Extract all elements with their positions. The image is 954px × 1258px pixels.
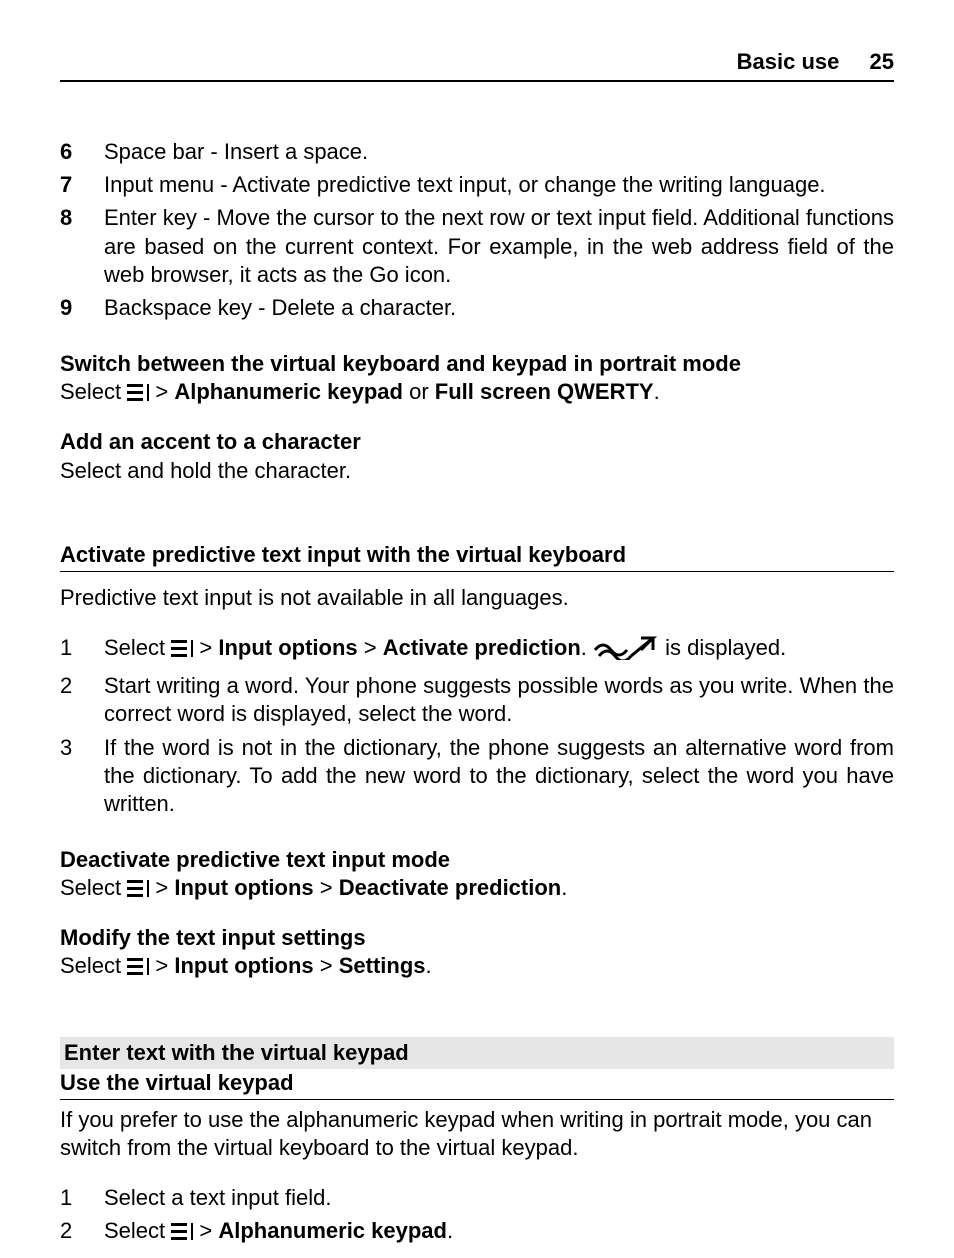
text: > bbox=[193, 1218, 218, 1243]
text: is displayed. bbox=[659, 635, 786, 660]
section-name: Basic use bbox=[737, 49, 840, 74]
deactivate-prediction-section: Deactivate predictive text input mode Se… bbox=[60, 846, 894, 902]
item-number: 1 bbox=[60, 1184, 104, 1212]
item-number: 1 bbox=[60, 634, 104, 667]
item-number: 6 bbox=[60, 138, 104, 166]
subheading: Switch between the virtual keyboard and … bbox=[60, 350, 894, 378]
menu-icon bbox=[127, 384, 149, 401]
text: . bbox=[426, 953, 432, 978]
text: > bbox=[364, 635, 383, 660]
menu-icon bbox=[127, 958, 149, 975]
item-text: Input menu - Activate predictive text in… bbox=[104, 171, 894, 199]
text: > bbox=[320, 953, 339, 978]
item-number: 7 bbox=[60, 171, 104, 199]
instruction-line: Select > Input options > Settings. bbox=[60, 952, 894, 980]
section-header-gray: Enter text with the virtual keypad bbox=[60, 1037, 894, 1069]
option-text: Alphanumeric keypad bbox=[218, 1218, 447, 1243]
option-text: Input options bbox=[174, 953, 319, 978]
option-text: Full screen QWERTY bbox=[435, 379, 654, 404]
instruction-line: Select and hold the character. bbox=[60, 457, 894, 485]
list-item: 9 Backspace key - Delete a character. bbox=[60, 294, 894, 322]
item-text: Backspace key - Delete a character. bbox=[104, 294, 894, 322]
add-accent-section: Add an accent to a character Select and … bbox=[60, 428, 894, 484]
list-item: 1 Select a text input field. bbox=[60, 1184, 894, 1212]
option-text: Deactivate prediction bbox=[339, 875, 562, 900]
option-text: Input options bbox=[174, 875, 319, 900]
subheading: Modify the text input settings bbox=[60, 924, 894, 952]
text: or bbox=[403, 379, 435, 404]
text: Select bbox=[60, 953, 127, 978]
item-text: Space bar - Insert a space. bbox=[104, 138, 894, 166]
text: . bbox=[654, 379, 660, 404]
item-number: 8 bbox=[60, 204, 104, 288]
text: Select bbox=[104, 635, 171, 660]
text: > bbox=[193, 635, 218, 660]
menu-icon bbox=[171, 1223, 193, 1240]
list-item: 6 Space bar - Insert a space. bbox=[60, 138, 894, 166]
text: . bbox=[581, 635, 593, 660]
list-item: 7 Input menu - Activate predictive text … bbox=[60, 171, 894, 199]
prediction-icon bbox=[593, 636, 659, 667]
item-text: If the word is not in the dictionary, th… bbox=[104, 734, 894, 818]
section-title: Activate predictive text input with the … bbox=[60, 541, 894, 572]
list-item: 2 Select > Alphanumeric keypad. bbox=[60, 1217, 894, 1245]
list-item: 3 If the word is not in the dictionary, … bbox=[60, 734, 894, 818]
page-header: Basic use 25 bbox=[60, 48, 894, 82]
item-text: Select a text input field. bbox=[104, 1184, 894, 1212]
item-text: Select > Input options > Activate predic… bbox=[104, 634, 894, 667]
text: . bbox=[561, 875, 567, 900]
text: > bbox=[320, 875, 339, 900]
instruction-line: Select > Alphanumeric keypad or Full scr… bbox=[60, 378, 894, 406]
option-text: Activate prediction bbox=[383, 635, 581, 660]
switch-keyboard-section: Switch between the virtual keyboard and … bbox=[60, 350, 894, 406]
text: > bbox=[149, 379, 174, 404]
option-text: Settings bbox=[339, 953, 426, 978]
instruction-line: Select > Input options > Deactivate pred… bbox=[60, 874, 894, 902]
section-intro: If you prefer to use the alphanumeric ke… bbox=[60, 1106, 894, 1162]
subheading: Add an accent to a character bbox=[60, 428, 894, 456]
text: Select bbox=[60, 379, 127, 404]
item-text: Start writing a word. Your phone suggest… bbox=[104, 672, 894, 728]
page-number: 25 bbox=[870, 49, 894, 74]
item-number: 2 bbox=[60, 1217, 104, 1245]
item-number: 9 bbox=[60, 294, 104, 322]
section-intro: Predictive text input is not available i… bbox=[60, 584, 894, 612]
item-number: 3 bbox=[60, 734, 104, 818]
text: Select bbox=[60, 875, 127, 900]
option-text: Input options bbox=[218, 635, 363, 660]
item-number: 2 bbox=[60, 672, 104, 728]
list-item: 1 Select > Input options > Activate pred… bbox=[60, 634, 894, 667]
use-keypad-steps: 1 Select a text input field. 2 Select > … bbox=[60, 1184, 894, 1245]
list-item: 2 Start writing a word. Your phone sugge… bbox=[60, 672, 894, 728]
text: . bbox=[447, 1218, 453, 1243]
subheading: Deactivate predictive text input mode bbox=[60, 846, 894, 874]
text: Select bbox=[104, 1218, 171, 1243]
menu-icon bbox=[127, 880, 149, 897]
subheading: Use the virtual keypad bbox=[60, 1069, 894, 1100]
option-text: Alphanumeric keypad bbox=[174, 379, 403, 404]
text: > bbox=[149, 953, 174, 978]
keyboard-key-list: 6 Space bar - Insert a space. 7 Input me… bbox=[60, 138, 894, 322]
menu-icon bbox=[171, 640, 193, 657]
activate-prediction-steps: 1 Select > Input options > Activate pred… bbox=[60, 634, 894, 818]
modify-settings-section: Modify the text input settings Select > … bbox=[60, 924, 894, 980]
list-item: 8 Enter key - Move the cursor to the nex… bbox=[60, 204, 894, 288]
text: > bbox=[149, 875, 174, 900]
item-text: Enter key - Move the cursor to the next … bbox=[104, 204, 894, 288]
item-text: Select > Alphanumeric keypad. bbox=[104, 1217, 894, 1245]
